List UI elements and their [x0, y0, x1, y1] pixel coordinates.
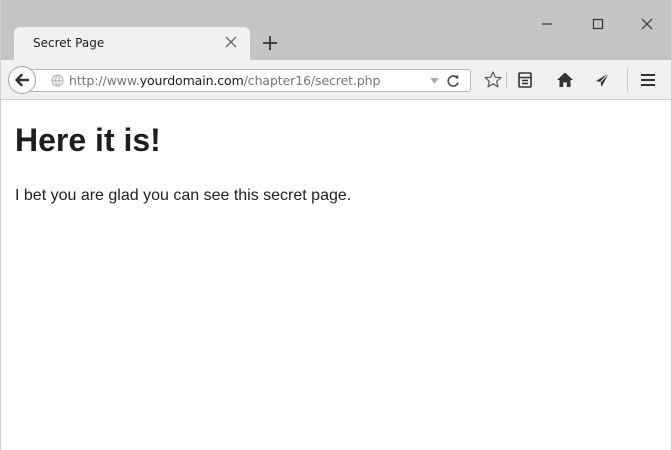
pocket-send-icon[interactable]	[591, 69, 613, 91]
url-text[interactable]: http://www.yourdomain.com/chapter16/secr…	[69, 73, 380, 88]
browser-window: Secret Page http://www.yourdomain.com/ch…	[0, 0, 672, 450]
url-prefix: http://www.	[69, 73, 140, 88]
minimize-icon[interactable]	[537, 14, 557, 34]
dropdown-icon[interactable]	[430, 77, 439, 85]
tab-strip: Secret Page	[1, 0, 671, 61]
bookmark-star-icon[interactable]	[482, 69, 504, 91]
maximize-icon[interactable]	[588, 14, 608, 34]
page-paragraph: I bet you are glad you can see this secr…	[15, 187, 352, 204]
navigation-toolbar: http://www.yourdomain.com/chapter16/secr…	[1, 60, 671, 100]
home-icon[interactable]	[554, 69, 576, 91]
page-content: Here it is! I bet you are glad you can s…	[1, 100, 671, 450]
reading-list-icon[interactable]	[514, 69, 536, 91]
back-button[interactable]	[8, 66, 36, 94]
back-icon	[15, 73, 30, 87]
tab-title: Secret Page	[33, 36, 105, 50]
reload-icon[interactable]	[445, 73, 461, 89]
toolbar-separator	[506, 72, 507, 88]
page-heading: Here it is!	[15, 122, 161, 158]
tab-secret-page[interactable]: Secret Page	[14, 27, 250, 61]
toolbar-separator	[627, 68, 628, 92]
globe-icon[interactable]	[51, 74, 64, 87]
address-bar[interactable]: http://www.yourdomain.com/chapter16/secr…	[29, 69, 471, 92]
close-tab-icon[interactable]	[222, 33, 240, 51]
new-tab-icon[interactable]	[259, 32, 281, 54]
url-path: /chapter16/secret.php	[243, 73, 381, 88]
url-host: yourdomain.com	[139, 73, 244, 88]
close-window-icon[interactable]	[637, 14, 657, 34]
menu-icon[interactable]	[637, 69, 659, 91]
